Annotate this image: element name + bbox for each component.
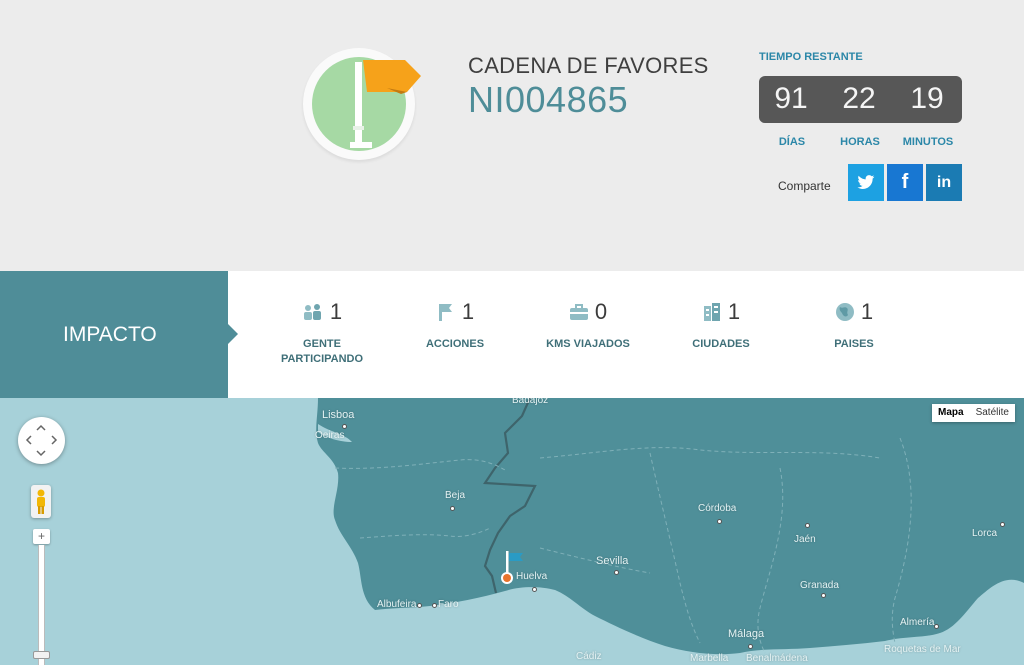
stat-kms-label: KMS VIAJADOS — [546, 338, 630, 350]
city-dot — [532, 587, 537, 592]
city-label: Lisboa — [322, 409, 355, 421]
map[interactable]: Lisboa Oeiras Badajoz Beja Córdoba Jaén … — [0, 398, 1024, 665]
campaign-code: NI004865 — [468, 79, 629, 120]
map-type-control: Mapa Satélite — [932, 404, 1015, 422]
countdown-title: TIEMPO RESTANTE — [759, 51, 863, 63]
twitter-icon — [857, 175, 875, 189]
city-label: Albufeira — [377, 599, 417, 610]
map-terrain — [316, 398, 1024, 665]
stat-kms: 0 KMS VIAJADOS — [533, 299, 643, 352]
city-dot — [342, 424, 347, 429]
city-dot — [432, 603, 437, 608]
stat-cities: 1 CIUDADES — [666, 299, 776, 352]
city-label: Granada — [800, 580, 839, 591]
city-dot — [717, 519, 722, 524]
linkedin-icon: in — [936, 173, 952, 191]
countdown-days: 91 — [774, 82, 808, 115]
impact-arrow — [228, 324, 238, 344]
stat-actions: 1 ACCIONES — [400, 299, 510, 352]
stat-cities-label: CIUDADES — [692, 338, 750, 350]
city-label: Sevilla — [596, 555, 629, 567]
stat-actions-label: ACCIONES — [425, 338, 485, 350]
campaign-badge — [303, 48, 421, 160]
city-label: Cádiz — [576, 651, 602, 662]
map-type-satellite-button[interactable]: Satélite — [970, 404, 1015, 422]
city-dot — [821, 593, 826, 598]
stat-actions-value: 1 — [461, 299, 475, 324]
city-label: Marbella — [690, 653, 729, 664]
countdown-box: 91 22 19 — [759, 76, 962, 123]
city-label: Almería — [900, 617, 935, 628]
stat-cities-value: 1 — [727, 299, 741, 324]
campaign-header: CADENA DE FAVORES NI004865 TIEMPO RESTAN… — [0, 0, 1024, 271]
people-icon — [303, 304, 321, 320]
map-type-map-button[interactable]: Mapa — [932, 404, 970, 422]
twitter-share-button[interactable] — [848, 164, 884, 201]
city-label: Jaén — [794, 534, 816, 545]
city-label: Badajoz — [512, 398, 549, 406]
city-dot — [417, 603, 422, 608]
city-label: Roquetas de Mar — [884, 644, 961, 655]
zoom-slider-track[interactable] — [38, 545, 45, 665]
city-label: Beja — [445, 490, 466, 501]
pan-control[interactable] — [18, 417, 65, 464]
stat-countries-label: PAISES — [834, 338, 874, 350]
city-label: Lorca — [972, 528, 998, 539]
city-dot — [450, 506, 455, 511]
page: CADENA DE FAVORES NI004865 TIEMPO RESTAN… — [0, 0, 1024, 665]
city-label: Málaga — [728, 628, 765, 640]
city-dot — [934, 624, 939, 629]
impact-tab: IMPACTO — [0, 271, 228, 398]
flag-icon — [350, 60, 421, 148]
stat-people: 1 GENTE PARTICIPANDO — [267, 299, 377, 367]
city-dot — [748, 644, 753, 649]
briefcase-icon — [569, 304, 588, 320]
city-label: Huelva — [516, 571, 548, 582]
city-label: Benalmádena — [746, 653, 808, 664]
street-view-pegman[interactable] — [31, 485, 51, 518]
zoom-in-icon: + — [37, 529, 45, 543]
buildings-icon — [703, 303, 720, 321]
city-dot — [805, 523, 810, 528]
campaign-label: CADENA DE FAVORES — [468, 53, 709, 78]
globe-icon — [835, 303, 854, 321]
countdown-minutes-label: MINUTOS — [902, 136, 954, 148]
countdown-hours: 22 — [842, 82, 876, 115]
linkedin-share-button[interactable]: in — [926, 164, 962, 201]
city-label: Faro — [438, 599, 459, 610]
stat-people-value: 1 — [329, 299, 343, 324]
share-label: Comparte — [778, 179, 831, 193]
flag-icon — [438, 304, 452, 321]
city-dot — [1000, 522, 1005, 527]
impact-title: IMPACTO — [63, 323, 157, 346]
stat-people-label: GENTE PARTICIPANDO — [280, 338, 364, 365]
countdown-days-label: DÍAS — [778, 136, 806, 148]
stat-countries-value: 1 — [860, 299, 874, 324]
stat-countries: 1 PAISES — [799, 299, 909, 352]
stat-kms-value: 0 — [594, 299, 608, 324]
facebook-icon: f — [901, 171, 909, 193]
countdown-hours-label: HORAS — [840, 136, 880, 148]
city-dot — [614, 570, 619, 575]
pegman-icon — [37, 489, 45, 514]
pan-icon — [25, 424, 58, 457]
impact-bar: IMPACTO 1 GENTE PARTICIPANDO 1 ACCIONES — [0, 271, 1024, 398]
zoom-in-button[interactable]: + — [33, 529, 50, 544]
city-label: Oeiras — [315, 430, 345, 441]
countdown-minutes: 19 — [910, 82, 944, 115]
city-label: Córdoba — [698, 503, 737, 514]
facebook-share-button[interactable]: f — [887, 164, 923, 201]
zoom-slider-thumb[interactable] — [33, 651, 50, 659]
